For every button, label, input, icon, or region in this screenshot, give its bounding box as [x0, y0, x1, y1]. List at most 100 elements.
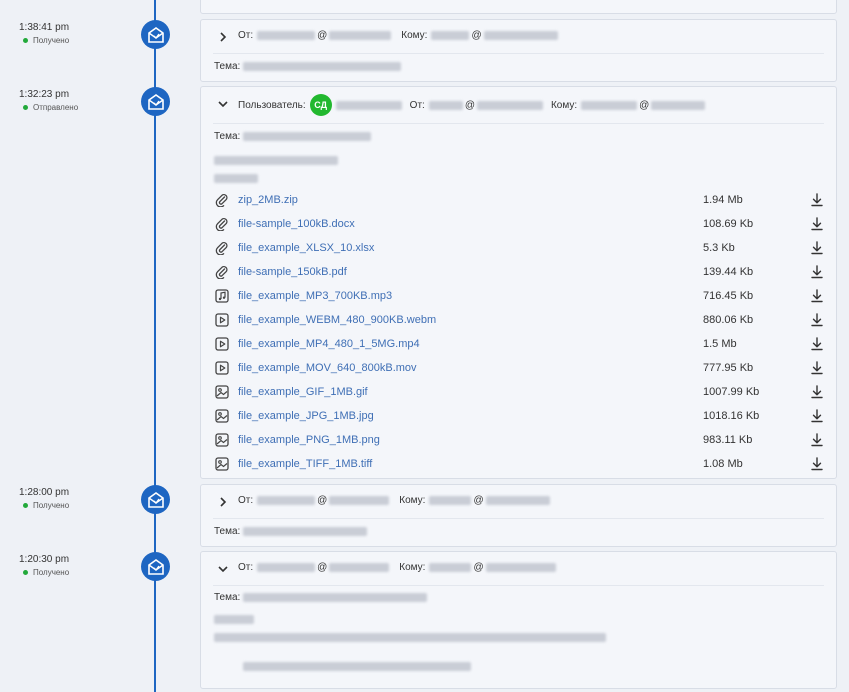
attachment-row: file_example_WEBM_480_900KB.webm 880.06 K… — [214, 308, 824, 332]
attachment-link[interactable]: file-sample_150kB.pdf — [238, 266, 347, 278]
attachment-size: 716.45 Kb — [703, 290, 754, 302]
image-icon — [214, 384, 230, 400]
timestamp-block: 1:28:00 pm Получено — [19, 487, 129, 510]
subject-line: Тема: — [214, 131, 372, 142]
video-icon — [214, 336, 230, 352]
user-name-blurred — [335, 100, 402, 110]
chevron-down-icon[interactable] — [216, 97, 230, 111]
previous-message-card — [200, 0, 837, 14]
attachment-link[interactable]: file_example_PNG_1MB.png — [238, 434, 380, 446]
attachment-size: 139.44 Kb — [703, 266, 754, 278]
attachment-size: 1.94 Mb — [703, 194, 743, 206]
subject-line: Тема: — [214, 61, 402, 72]
image-icon — [214, 456, 230, 472]
user-label: Пользователь: — [238, 99, 306, 111]
download-icon[interactable] — [809, 456, 825, 472]
video-icon — [214, 312, 230, 328]
divider — [213, 585, 824, 586]
video-icon — [214, 360, 230, 376]
status-label: Получено — [19, 568, 129, 577]
status-dot-icon — [23, 570, 28, 575]
attachment-row: file_example_MP3_700KB.mp3 716.45 Kb — [214, 284, 824, 308]
to-label: Кому: — [399, 562, 426, 573]
attachment-link[interactable]: file_example_WEBM_480_900KB.webm — [238, 314, 436, 326]
attachment-row: file_example_XLSX_10.xlsx 5.3 Kb — [214, 236, 824, 260]
message-envelope-icon — [141, 87, 170, 116]
attachment-row: file_example_GIF_1MB.gif 1007.99 Kb — [214, 380, 824, 404]
attachment-size: 880.06 Kb — [703, 314, 754, 326]
to-address-blurred — [431, 31, 470, 40]
paperclip-icon — [214, 192, 230, 208]
status-dot-icon — [23, 38, 28, 43]
attachment-size: 108.69 Kb — [703, 218, 754, 230]
chevron-right-icon[interactable] — [216, 30, 230, 44]
subject-line: Тема: — [214, 592, 428, 603]
attachment-row: file-sample_100kB.docx 108.69 Kb — [214, 212, 824, 236]
message-envelope-icon — [141, 20, 170, 49]
download-icon[interactable] — [809, 360, 825, 376]
status-dot-icon — [23, 503, 28, 508]
attachment-link[interactable]: file_example_TIFF_1MB.tiff — [238, 458, 372, 470]
download-icon[interactable] — [809, 240, 825, 256]
to-label: Кому: — [401, 30, 428, 41]
from-address-blurred — [257, 31, 316, 40]
to-label: Кому: — [550, 99, 578, 111]
attachment-row: file-sample_150kB.pdf 139.44 Kb — [214, 260, 824, 284]
attachment-link[interactable]: file_example_MP4_480_1_5MG.mp4 — [238, 338, 420, 350]
attachment-row: file_example_MOV_640_800kB.mov 777.95 Kb — [214, 356, 824, 380]
attachment-row: file_example_MP4_480_1_5MG.mp4 1.5 Mb — [214, 332, 824, 356]
to-label: Кому: — [399, 495, 426, 506]
attachment-link[interactable]: file_example_GIF_1MB.gif — [238, 386, 368, 398]
attachment-link[interactable]: zip_2MB.zip — [238, 194, 298, 206]
from-label: От: — [238, 562, 254, 573]
status-label: Отправлено — [19, 103, 129, 112]
chevron-down-icon[interactable] — [216, 562, 230, 576]
download-icon[interactable] — [809, 264, 825, 280]
attachment-link[interactable]: file_example_MOV_640_800kB.mov — [238, 362, 417, 374]
attachment-size: 1018.16 Kb — [703, 410, 760, 422]
status-label: Получено — [19, 36, 129, 45]
download-icon[interactable] — [809, 288, 825, 304]
message-card-expanded[interactable]: Пользователь: СД От: @ Кому: @ Тема: zip… — [200, 86, 837, 479]
music-icon — [214, 288, 230, 304]
download-icon[interactable] — [809, 336, 825, 352]
attachment-row: file_example_TIFF_1MB.tiff 1.08 Mb — [214, 452, 824, 476]
download-icon[interactable] — [809, 384, 825, 400]
attachment-link[interactable]: file-sample_100kB.docx — [238, 218, 355, 230]
message-header: От: @ Кому: @ — [238, 30, 558, 41]
divider — [213, 53, 824, 54]
chevron-right-icon[interactable] — [216, 495, 230, 509]
attachment-size: 1.5 Mb — [703, 338, 737, 350]
attachment-link[interactable]: file_example_MP3_700KB.mp3 — [238, 290, 392, 302]
attachment-size: 983.11 Kb — [703, 434, 753, 446]
timestamp-block: 1:32:23 pm Отправлено — [19, 89, 129, 112]
paperclip-icon — [214, 264, 230, 280]
download-icon[interactable] — [809, 216, 825, 232]
image-icon — [214, 408, 230, 424]
paperclip-icon — [214, 216, 230, 232]
message-envelope-icon — [141, 485, 170, 514]
message-header: Пользователь: СД От: @ Кому: @ — [238, 94, 706, 116]
download-icon[interactable] — [809, 192, 825, 208]
attachment-link[interactable]: file_example_XLSX_10.xlsx — [238, 242, 374, 254]
status-label: Получено — [19, 501, 129, 510]
from-label: От: — [238, 495, 254, 506]
status-dot-icon — [23, 105, 28, 110]
download-icon[interactable] — [809, 312, 825, 328]
attachment-link[interactable]: file_example_JPG_1MB.jpg — [238, 410, 374, 422]
divider — [213, 518, 824, 519]
message-envelope-icon — [141, 552, 170, 581]
timestamp-block: 1:20:30 pm Получено — [19, 554, 129, 577]
download-icon[interactable] — [809, 432, 825, 448]
divider — [213, 123, 824, 124]
attachment-size: 1007.99 Kb — [703, 386, 760, 398]
timestamp: 1:38:41 pm — [19, 22, 70, 33]
message-card-expanded[interactable]: От: @ Кому: @ Тема: — [200, 551, 837, 689]
message-header: От: @ Кому: @ — [238, 495, 550, 506]
attachment-size: 777.95 Kb — [703, 362, 754, 374]
message-card[interactable]: От: @ Кому: @ Тема: — [200, 484, 837, 547]
attachment-size: 5.3 Kb — [703, 242, 735, 254]
message-card[interactable]: От: @ Кому: @ Тема: — [200, 19, 837, 82]
download-icon[interactable] — [809, 408, 825, 424]
timestamp-block: 1:38:41 pm Получено — [19, 22, 129, 45]
